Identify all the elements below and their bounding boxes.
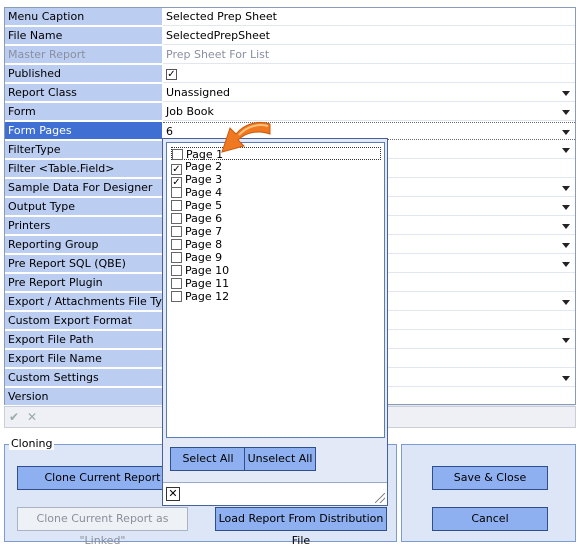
popup-footer: ✕ [163, 482, 387, 505]
property-label: Output Type [5, 198, 162, 216]
select-all-button[interactable]: Select All [170, 447, 246, 471]
page-checklist-item[interactable]: Page 4 [171, 186, 222, 199]
property-row[interactable]: Published ✓ [5, 65, 575, 84]
chevron-down-icon[interactable] [562, 338, 570, 343]
page-label: Page 4 [185, 186, 223, 199]
chevron-down-icon[interactable] [562, 300, 570, 305]
page-checklist-item[interactable]: Page 5 [171, 199, 222, 212]
property-label: FilterType [5, 141, 162, 159]
property-value-text: Unassigned [166, 86, 230, 99]
page-label: Page 8 [185, 238, 223, 251]
cancel-icon[interactable]: ✕ [27, 410, 37, 424]
chevron-down-icon[interactable] [562, 376, 570, 381]
page-checkbox[interactable] [171, 278, 182, 289]
property-label: Filter <Table.Field> [5, 160, 162, 178]
page-checkbox[interactable] [171, 239, 182, 250]
chevron-down-icon[interactable] [562, 186, 570, 191]
page-checkbox[interactable] [171, 187, 182, 198]
property-row[interactable]: Form Job Book [5, 103, 575, 122]
chevron-down-icon[interactable] [562, 110, 570, 115]
page-label: Page 10 [185, 264, 230, 277]
property-value-text: 6 [166, 125, 173, 138]
property-label: Export File Name [5, 350, 162, 368]
page-checkbox[interactable] [171, 265, 182, 276]
property-label: Form [5, 103, 162, 121]
page-checklist-item[interactable]: ✓ Page 2 [171, 160, 223, 175]
save-close-button[interactable]: Save & Close [432, 466, 548, 490]
unselect-all-button[interactable]: Unselect All [244, 447, 316, 471]
page-checklist-item[interactable]: Page 11 [171, 277, 229, 290]
property-label: Export / Attachments File Type [5, 293, 162, 311]
property-label: Published [5, 65, 162, 83]
page-checkbox[interactable] [171, 200, 182, 211]
chevron-down-icon[interactable] [562, 148, 570, 153]
page-checkbox[interactable] [172, 149, 183, 160]
confirm-icon[interactable]: ✔ [9, 410, 19, 424]
property-label: Form Pages [5, 122, 162, 140]
property-label: Master Report [5, 46, 162, 64]
form-pages-popup: Page 1 ✓ Page 2 ✓ Page 3 Page 4 Page 5 Page 6 Pa… [162, 138, 388, 506]
property-label: Custom Settings [5, 369, 162, 387]
property-label: File Name [5, 27, 162, 45]
property-value-text: Prep Sheet For List [166, 48, 270, 61]
close-icon[interactable]: ✕ [166, 487, 180, 501]
property-value[interactable]: Selected Prep Sheet [163, 8, 575, 26]
property-label: Pre Report SQL (QBE) [5, 255, 162, 273]
page-checkbox[interactable] [171, 226, 182, 237]
page-checklist-item[interactable]: Page 9 [171, 251, 222, 264]
page-checklist-item[interactable]: Page 10 [171, 264, 229, 277]
cancel-button[interactable]: Cancel [432, 507, 548, 531]
page-checklist-item[interactable]: Page 12 [171, 290, 229, 303]
page-checklist-item[interactable]: Page 6 [171, 212, 222, 225]
page-checklist[interactable]: Page 1 ✓ Page 2 ✓ Page 3 Page 4 Page 5 Page 6 Pa… [166, 142, 385, 438]
clone-linked-button[interactable]: Clone Current Report as "Linked" [17, 507, 188, 546]
property-row[interactable]: File Name SelectedPrepSheet [5, 27, 575, 46]
cloning-group-title: Cloning [9, 437, 55, 450]
page-checkbox[interactable] [171, 252, 182, 263]
page-label: Page 7 [185, 225, 223, 238]
chevron-down-icon[interactable] [562, 243, 570, 248]
property-label: Menu Caption [5, 8, 162, 26]
property-label: Report Class [5, 84, 162, 102]
page-checklist-item[interactable]: Page 1 [171, 147, 381, 161]
property-row[interactable]: Menu Caption Selected Prep Sheet [5, 8, 575, 27]
page-label: Page 12 [185, 290, 230, 303]
property-row[interactable]: Report Class Unassigned [5, 84, 575, 103]
property-label: Printers [5, 217, 162, 235]
chevron-down-icon[interactable] [562, 262, 570, 267]
page-checkbox[interactable] [171, 213, 182, 224]
page-checkbox[interactable] [171, 291, 182, 302]
page-checklist-item[interactable]: Page 8 [171, 238, 222, 251]
page-label: Page 2 [185, 160, 223, 173]
page-checklist-item[interactable]: Page 7 [171, 225, 222, 238]
property-value-text: Selected Prep Sheet [166, 10, 277, 23]
property-value-text: Job Book [166, 105, 214, 118]
property-value[interactable]: SelectedPrepSheet [163, 27, 575, 45]
property-value-text: SelectedPrepSheet [166, 29, 270, 42]
chevron-down-icon[interactable] [562, 205, 570, 210]
chevron-down-icon[interactable] [562, 224, 570, 229]
page-label: Page 3 [185, 173, 223, 186]
published-checkbox[interactable]: ✓ [166, 69, 177, 80]
pointer-arrow-icon [221, 121, 271, 153]
property-row[interactable]: Master Report Prep Sheet For List [5, 46, 575, 65]
page-checklist-item[interactable]: ✓ Page 3 [171, 173, 223, 188]
property-label: Custom Export Format [5, 312, 162, 330]
page-label: Page 9 [185, 251, 223, 264]
property-value: Prep Sheet For List [163, 46, 575, 64]
load-distribution-button[interactable]: Load Report From Distribution File [215, 507, 387, 546]
property-label: Reporting Group [5, 236, 162, 254]
page-label: Page 5 [185, 199, 223, 212]
page-label: Page 6 [185, 212, 223, 225]
property-label: Version [5, 388, 162, 406]
chevron-down-icon[interactable] [562, 91, 570, 96]
property-value[interactable]: ✓ [163, 65, 575, 83]
chevron-down-icon[interactable] [562, 130, 570, 135]
property-label: Export File Path [5, 331, 162, 349]
page-label: Page 11 [185, 277, 230, 290]
property-value[interactable]: Unassigned [163, 84, 575, 102]
resize-grip-icon[interactable] [375, 493, 385, 503]
property-label: Pre Report Plugin [5, 274, 162, 292]
property-label: Sample Data For Designer [5, 179, 162, 197]
